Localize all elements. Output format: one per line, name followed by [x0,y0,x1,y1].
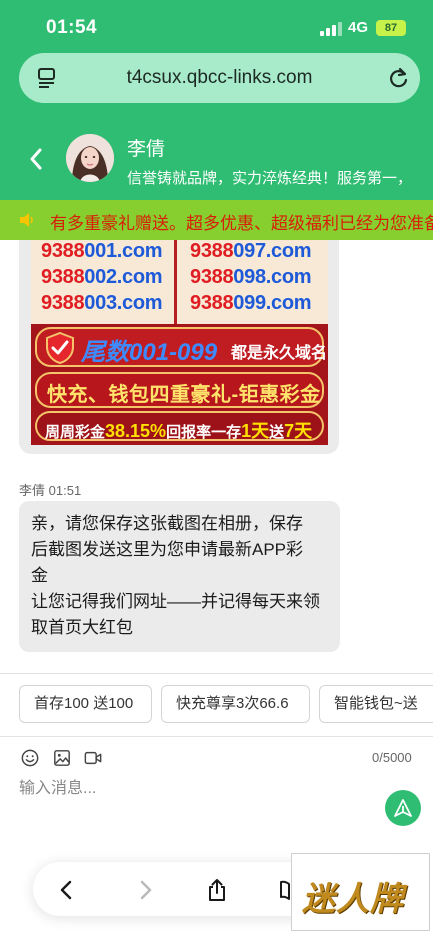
message-line: 取首页大红包 [31,618,133,637]
avatar[interactable] [66,134,114,182]
browser-back-icon[interactable] [55,878,79,902]
message-line: 让您记得我们网址——并记得每天来领 [31,592,320,611]
message-time: 01:51 [48,483,82,498]
domain-item: 9388099.com [190,292,312,314]
emoji-icon[interactable] [20,749,40,767]
promo-line1-big: 尾数001-099 [81,339,218,366]
back-icon[interactable] [26,145,46,173]
image-message[interactable]: 9388001.com 9388002.com 9388003.com 9388… [19,240,339,454]
video-icon[interactable] [83,749,103,767]
chat-header: 李倩 信誉铸就品牌，实力淬炼经典！服务第一， [0,120,433,198]
promo-line3: 周周彩金38.15%回报率一存1天送7天 [45,421,313,441]
domain-item: 9388003.com [41,292,163,314]
agent-tagline: 信誉铸就品牌，实力淬炼经典！服务第一， [127,170,413,187]
announcement-text: 有多重豪礼赠送。超多优惠、超级福利已经为您准备好 [50,214,433,233]
message-line: 亲，请您保存这张截图在相册，保存 [31,514,303,533]
quick-replies: 首存100 送100 快充尊享3次66.6 智能钱包~送 [0,685,433,723]
divider [0,736,433,737]
browser-forward-icon[interactable] [133,878,157,902]
network-type: 4G [348,19,369,36]
promo-line2: 快充、钱包四重豪礼-钜惠彩金 [47,384,321,406]
agent-name: 李倩 [127,139,166,160]
message-meta: 李倩 01:51 [19,480,81,499]
watermark-logo: 迷人牌 [291,853,430,931]
announcement-bar: 有多重豪礼赠送。超多优惠、超级福利已经为您准备好 [0,200,433,240]
domain-item: 9388098.com [190,266,312,288]
domain-column-right: 9388097.com 9388098.com 9388099.com [180,240,326,324]
watermark-text: 迷人牌 [302,879,404,918]
address-bar[interactable]: t4csux.qbcc-links.com [19,53,420,103]
reload-icon[interactable] [388,66,410,90]
send-button[interactable] [385,790,421,826]
quick-reply-first-deposit[interactable]: 首存100 送100 [19,685,152,723]
message-line: 后截图发送这里为您申请最新APP彩 [31,540,304,559]
quick-reply-fast-charge[interactable]: 快充尊享3次66.6 [161,685,310,723]
send-icon [394,799,412,817]
weekly-bonus-banner: 周周彩金38.15%回报率一存1天送7天 [35,411,324,441]
top-bar: 01:54 4G 87 t4csux.qbcc-links.com 李倩 信誉铸… [0,0,433,200]
battery-indicator: 87 [376,20,406,36]
gift-banner: 快充、钱包四重豪礼-钜惠彩金 [35,372,324,408]
message-line: 金 [31,566,48,585]
domain-column-left: 9388001.com 9388002.com 9388003.com [31,240,177,324]
url-text[interactable]: t4csux.qbcc-links.com [19,53,420,103]
quick-reply-smart-wallet[interactable]: 智能钱包~送 [319,685,433,723]
domain-item: 9388097.com [190,240,312,262]
image-icon[interactable] [52,749,72,767]
char-counter: 0/5000 [372,750,412,765]
promo-poster: 9388001.com 9388002.com 9388003.com 9388… [31,240,328,445]
cellular-signal-icon [320,22,342,36]
share-icon[interactable] [205,878,229,902]
domain-item: 9388001.com [41,240,163,262]
domain-item: 9388002.com [41,266,163,288]
message-input[interactable] [19,776,379,802]
divider [0,673,433,674]
shield-check-icon [46,331,74,365]
speaker-icon [20,213,33,227]
message-bubble[interactable]: 亲，请您保存这张截图在相册，保存 后截图发送这里为您申请最新APP彩 金 让您记… [19,501,340,652]
permanent-domain-banner: 尾数001-099 都是永久域名 [35,327,328,367]
message-sender: 李倩 [19,483,46,498]
promo-line1-small: 都是永久域名 [231,345,328,362]
status-time: 01:54 [46,17,98,38]
status-bar: 01:54 4G 87 [0,0,433,52]
domain-list: 9388001.com 9388002.com 9388003.com 9388… [31,240,328,324]
